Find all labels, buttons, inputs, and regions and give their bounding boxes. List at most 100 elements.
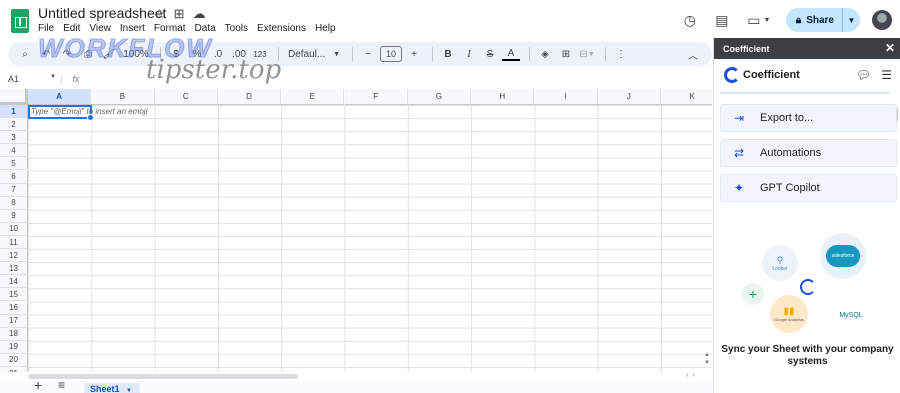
merge-cells-icon[interactable]: ⊟ ▼ <box>578 44 596 64</box>
document-title[interactable]: Untitled spreadsheet <box>38 5 166 21</box>
strikethrough-icon[interactable]: S <box>481 44 499 64</box>
select-all-corner[interactable] <box>0 89 28 105</box>
toolbar-divider <box>529 47 530 61</box>
collapse-toolbar-icon[interactable]: ︿ <box>684 44 702 64</box>
add-sheet-icon[interactable]: + <box>34 377 42 393</box>
row-header[interactable]: 17 <box>0 314 28 328</box>
column-header[interactable]: C <box>154 89 218 105</box>
panel-header-title: Coefficient <box>723 43 770 54</box>
row-header[interactable]: 12 <box>0 249 28 263</box>
row-header[interactable]: 7 <box>0 183 28 197</box>
fill-color-icon[interactable]: ◈ <box>536 44 554 64</box>
column-header[interactable]: I <box>534 89 598 105</box>
bold-button[interactable]: B <box>439 44 457 64</box>
panel-header-actions: 💬︎ ☰ <box>856 68 892 82</box>
spreadsheet-grid[interactable]: ABCDEFGHIJK 1 2 3 4 5 6 7 8 9 10 11 12 13 14 15 16 17 18 1… <box>0 89 712 372</box>
comments-icon[interactable]: ▤ <box>712 10 732 30</box>
gpt-copilot-label: GPT Copilot <box>760 182 820 194</box>
column-header[interactable]: H <box>471 89 535 105</box>
scroll-up-icon[interactable]: ▲ <box>704 352 710 358</box>
column-header[interactable]: E <box>281 89 345 105</box>
font-size-input[interactable]: 10 <box>380 46 402 62</box>
menu-help[interactable]: Help <box>315 23 336 34</box>
cell-reference: A1 <box>8 74 20 84</box>
chevron-down-icon: ▼ <box>333 50 340 58</box>
column-header[interactable]: B <box>91 89 155 105</box>
column-header[interactable]: J <box>597 89 661 105</box>
panel-header: Coefficient ✕ <box>714 38 900 59</box>
row-header[interactable]: 13 <box>0 262 28 276</box>
all-sheets-icon[interactable]: ≡ <box>58 378 65 392</box>
automations-label: Automations <box>760 147 822 159</box>
row-header[interactable]: 6 <box>0 170 28 184</box>
column-header[interactable]: K <box>661 89 712 105</box>
column-header[interactable]: G <box>407 89 472 105</box>
row-header[interactable]: 21 <box>0 367 28 372</box>
automations-button[interactable]: ⇄ Automations <box>720 139 897 167</box>
row-header[interactable]: 11 <box>0 236 28 250</box>
automations-icon: ⇄ <box>733 146 745 160</box>
menu-tools[interactable]: Tools <box>225 23 248 34</box>
row-header[interactable]: 16 <box>0 301 28 315</box>
font-family-value: Defaul... <box>288 48 326 60</box>
text-color-button[interactable]: A <box>502 47 520 61</box>
star-icon[interactable]: ☆ <box>154 6 166 22</box>
export-to-button[interactable]: ⇥ Export to... <box>720 104 897 132</box>
decrease-font-size-button[interactable]: − <box>359 44 377 64</box>
mysql-logo: MySQL <box>839 311 863 319</box>
close-icon[interactable]: ✕ <box>885 41 895 55</box>
column-header[interactable]: A <box>28 89 92 105</box>
row-header[interactable]: 14 <box>0 275 28 289</box>
coefficient-brand: Coefficient <box>724 67 800 83</box>
row-header[interactable]: 9 <box>0 209 28 223</box>
meet-video-icon[interactable]: ▭ ▼ <box>744 10 774 30</box>
scroll-down-icon[interactable]: ▼ <box>704 360 710 366</box>
row-header[interactable]: 2 <box>0 118 28 132</box>
search-menus-icon[interactable]: ⌕ <box>16 44 34 64</box>
column-header[interactable]: F <box>344 89 408 105</box>
share-button[interactable]: 🔒︎ Share <box>786 8 842 32</box>
gpt-copilot-button[interactable]: ✦ GPT Copilot <box>720 174 897 202</box>
panel-divider <box>720 92 890 94</box>
scroll-left-icon[interactable]: ‹ <box>686 372 688 379</box>
row-header[interactable]: 5 <box>0 157 28 171</box>
more-options-icon[interactable]: ⋮ <box>612 44 630 64</box>
sheet-tab-label: Sheet1 <box>90 384 120 393</box>
title-actions: ☆ ⊞ ☁ <box>154 6 206 22</box>
cell-area[interactable] <box>28 105 712 372</box>
increase-font-size-button[interactable]: + <box>405 44 423 64</box>
column-header[interactable]: D <box>217 89 282 105</box>
sheet-tabs-bar: + ≡ Sheet1 ▼ <box>0 377 712 393</box>
chat-sparkle-icon[interactable]: 💬︎ <box>856 68 871 82</box>
move-folder-icon[interactable]: ⊞ <box>174 6 185 22</box>
row-header[interactable]: 4 <box>0 144 28 158</box>
row-header[interactable]: 8 <box>0 196 28 210</box>
row-header[interactable]: 3 <box>0 131 28 145</box>
italic-button[interactable]: I <box>460 44 478 64</box>
share-dropdown-button[interactable]: ▼ <box>842 8 860 32</box>
toolbar-divider <box>432 47 433 61</box>
row-header[interactable]: 18 <box>0 327 28 341</box>
share-button-group: 🔒︎ Share ▼ <box>785 8 860 32</box>
borders-icon[interactable]: ⊞ <box>557 44 575 64</box>
sheet-tab[interactable]: Sheet1 ▼ <box>84 383 140 393</box>
sheets-logo-icon[interactable] <box>11 9 29 33</box>
name-box[interactable]: A1 ▼ <box>0 74 60 84</box>
row-header[interactable]: 1 <box>0 105 28 119</box>
row-header[interactable]: 20 <box>0 353 28 367</box>
brand-name: Coefficient <box>743 69 800 81</box>
menu-icon[interactable]: ☰ <box>881 68 892 82</box>
scroll-right-icon[interactable]: › <box>692 372 694 379</box>
looker-icon: ⚲ <box>776 254 784 265</box>
row-header[interactable]: 15 <box>0 288 28 302</box>
user-avatar[interactable] <box>872 10 892 30</box>
horizontal-scrollbar[interactable] <box>28 374 298 379</box>
row-header[interactable]: 19 <box>0 340 28 354</box>
cloud-status-icon[interactable]: ☁ <box>193 6 206 22</box>
version-history-icon[interactable]: ◷ <box>680 10 700 30</box>
menu-extensions[interactable]: Extensions <box>257 23 306 34</box>
font-family-select[interactable]: Defaul... ▼ <box>285 44 343 64</box>
row-header[interactable]: 10 <box>0 222 28 236</box>
emoji-hint: Type "@Emoji" to insert an emoji <box>31 107 148 116</box>
header-actions: ◷ ▤ ▭ ▼ 🔒︎ Share ▼ <box>680 8 892 32</box>
